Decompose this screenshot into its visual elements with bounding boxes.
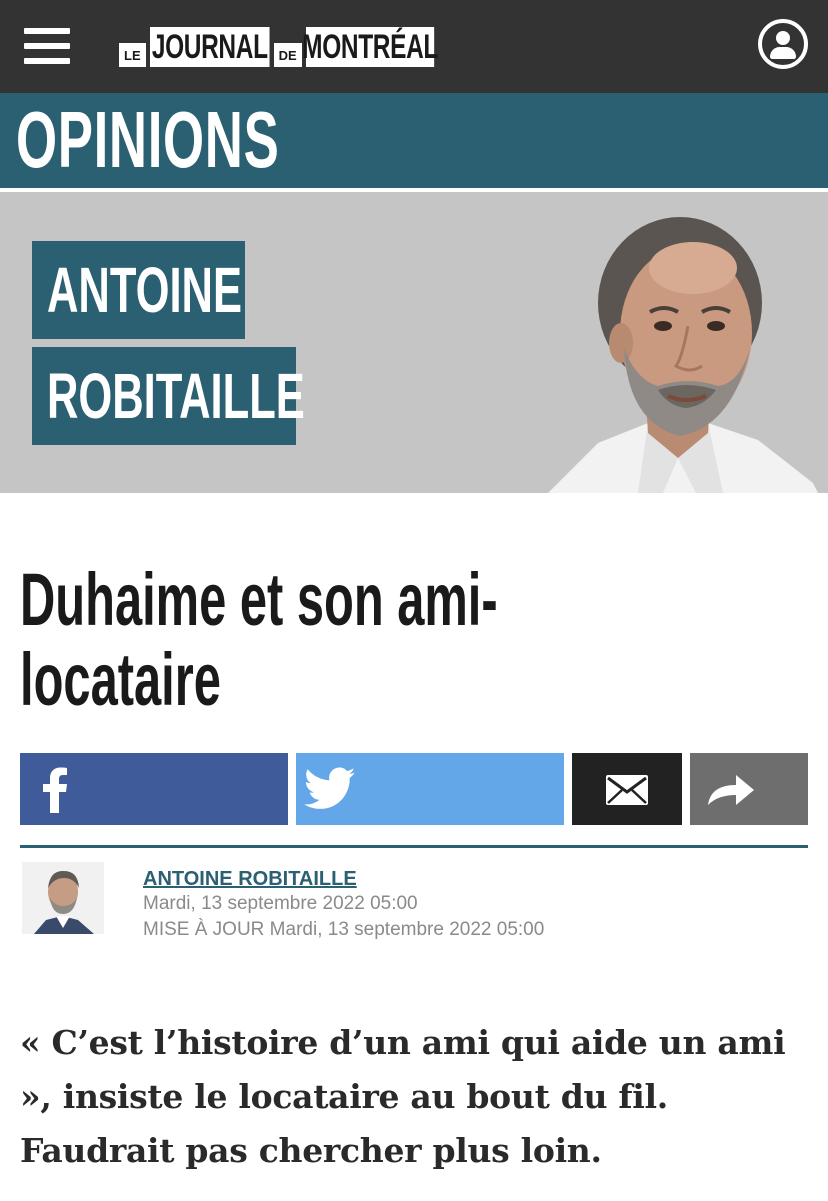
share-arrow-icon [708,775,754,805]
updated-date: MISE À JOUR Mardi, 13 septembre 2022 05:… [143,919,545,940]
published-date: Mardi, 13 septembre 2022 05:00 [143,893,418,914]
menu-icon[interactable] [24,26,72,66]
account-icon[interactable] [758,19,808,69]
article-headline: Duhaime et son ami- locataire [20,560,680,720]
share-more-button[interactable] [690,753,808,825]
author-last-name: ROBITAILLE [46,360,305,432]
top-bar: LE JOURNAL DE MONTRÉAL [0,0,828,93]
site-logo[interactable]: LE JOURNAL DE MONTRÉAL [119,25,438,69]
facebook-icon [43,767,67,813]
author-last-name-tag: ROBITAILLE [32,347,305,445]
twitter-icon [304,767,356,809]
author-avatar-image [34,870,94,934]
share-facebook-button[interactable] [20,753,288,825]
logo-journal: JOURNAL [149,27,270,67]
share-twitter-button[interactable] [296,753,564,825]
logo-le: LE [119,43,146,67]
section-banner[interactable]: OPINIONS [0,93,828,188]
logo-montreal: MONTRÉAL [301,27,438,67]
section-title: OPINIONS [16,95,280,184]
headline-line-2: locataire [20,638,221,721]
logo-de: DE [273,43,302,67]
author-first-name-tag: ANTOINE [32,241,245,339]
author-first-name: ANTOINE [46,254,243,326]
headline-line-1: Duhaime et son ami- [20,558,498,641]
author-portrait [548,217,818,493]
share-email-button[interactable] [572,753,682,825]
byline-author-link[interactable]: ANTOINE ROBITAILLE [143,867,357,891]
article-lead: « C’est l’histoire d’un ami qui aide un … [20,1023,786,1170]
author-avatar[interactable] [22,862,104,934]
author-banner: ANTOINE ROBITAILLE [0,192,828,493]
email-icon [606,775,648,805]
byline-divider [20,845,808,848]
